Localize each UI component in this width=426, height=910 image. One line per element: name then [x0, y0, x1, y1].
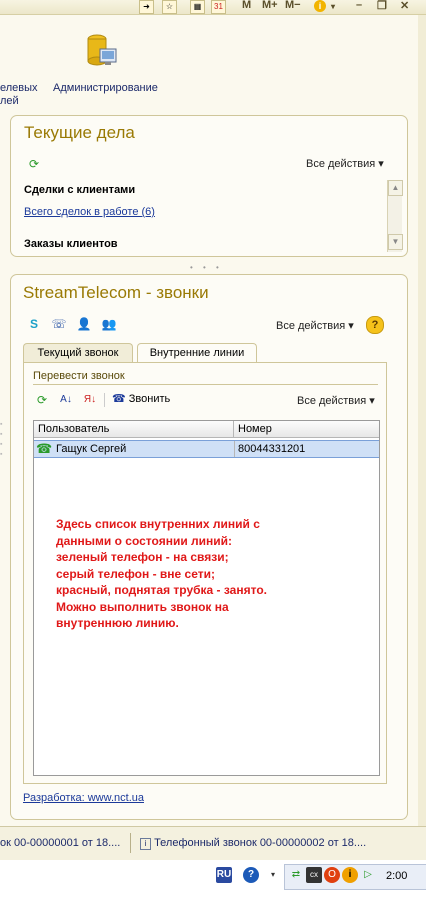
current-tasks-all-actions[interactable]: Все действия ▾: [306, 157, 384, 170]
window-tab-1[interactable]: ок 00-00000001 от 18....: [0, 837, 120, 849]
refresh-icon[interactable]: ⟳: [34, 392, 50, 408]
info-icon[interactable]: i: [314, 0, 326, 12]
calendar-icon[interactable]: 31: [211, 0, 226, 14]
network-icon[interactable]: ⇄: [288, 867, 304, 883]
skype-icon[interactable]: S: [26, 316, 42, 332]
stream-telecom-title: StreamTelecom - звонки: [23, 283, 209, 302]
row-number: 80044331201: [238, 443, 306, 455]
sort-ascending-icon[interactable]: A↓: [58, 392, 74, 408]
tasks-scrollbar[interactable]: ▲ ▼: [387, 180, 403, 252]
nav-partial-label-2[interactable]: лей: [0, 95, 19, 107]
user-transfer-icon[interactable]: 👤: [76, 316, 92, 332]
info-dropdown-icon[interactable]: ▾: [331, 2, 335, 11]
memory-plus-button[interactable]: M+: [262, 0, 278, 11]
phone-icon: ☎: [112, 393, 126, 405]
restore-button[interactable]: ❐: [377, 0, 387, 12]
call-contact-icon[interactable]: ☏: [51, 316, 67, 332]
cell-divider: [234, 441, 235, 457]
taskbar-separator: [130, 833, 131, 853]
help-tray-icon[interactable]: ?: [243, 867, 259, 883]
transfer-call-label: Перевести звонок: [33, 370, 125, 382]
app-tray-icon[interactable]: cx: [306, 867, 322, 883]
memory-m-button[interactable]: M: [242, 0, 251, 11]
opera-tray-icon[interactable]: O: [324, 867, 340, 883]
tab-internal-lines[interactable]: Внутренние линии: [137, 343, 257, 363]
current-tasks-title: Текущие дела: [24, 123, 135, 142]
window-tab-2[interactable]: i Телефонный звонок 00-00000002 от 18...…: [140, 837, 366, 850]
close-button[interactable]: ✕: [400, 0, 409, 12]
right-scroll-strip[interactable]: [418, 14, 426, 826]
phone-online-icon: ☎: [36, 441, 53, 456]
call-button[interactable]: ☎ Звонить: [112, 392, 170, 405]
all-actions-label: Все действия: [297, 395, 367, 407]
call-button-label: Звонить: [128, 393, 171, 405]
all-actions-label: Все действия: [276, 320, 346, 332]
orders-section-header: Заказы клиентов: [24, 238, 118, 250]
stream-all-actions[interactable]: Все действия ▾: [276, 319, 354, 332]
info-tray-icon[interactable]: i: [342, 867, 358, 883]
tray-expand-icon[interactable]: ▾: [265, 867, 281, 883]
clock: 2:00: [386, 870, 408, 882]
calculator-icon[interactable]: ▦: [190, 0, 205, 14]
arrow-icon[interactable]: ➜: [139, 0, 154, 14]
nav-partial-label[interactable]: елевых: [0, 82, 38, 94]
memory-minus-button[interactable]: M−: [285, 0, 301, 11]
tab-strip: Текущий звонок Внутренние линии: [23, 343, 385, 363]
calendar-day: 31: [214, 2, 223, 11]
sort-descending-icon[interactable]: Я↓: [82, 392, 98, 408]
deals-in-work-link[interactable]: Всего сделок в работе (6): [24, 206, 155, 218]
scroll-up-icon[interactable]: ▲: [388, 180, 403, 196]
administration-icon[interactable]: [86, 33, 118, 71]
panel-splitter[interactable]: • • •: [190, 263, 223, 272]
refresh-icon[interactable]: ⟳: [26, 156, 42, 172]
all-actions-label: Все действия: [306, 158, 376, 170]
grid-all-actions[interactable]: Все действия ▾: [297, 394, 375, 407]
row-user: Гащук Сергей: [56, 443, 127, 455]
media-tray-icon[interactable]: ▷: [360, 867, 376, 883]
users-icon[interactable]: 👥: [101, 316, 117, 332]
toolbar-separator: [104, 393, 105, 407]
top-toolbar: ➜ ☆ ▦ 31 M M+ M− i ▾ – ❐ ✕: [0, 0, 426, 15]
info-note: Здесь список внутренних линий с данными …: [56, 517, 267, 630]
language-indicator[interactable]: RU: [216, 867, 232, 883]
minimize-button[interactable]: –: [356, 0, 362, 11]
window-tab-2-label: Телефонный звонок 00-00000002 от 18....: [154, 837, 367, 849]
open-windows-bar: ок 00-00000001 от 18.... i Телефонный зв…: [0, 826, 426, 861]
document-icon: i: [140, 838, 151, 850]
column-header-user[interactable]: Пользователь: [34, 421, 234, 438]
help-button[interactable]: ?: [366, 316, 384, 334]
scroll-down-icon[interactable]: ▼: [388, 234, 403, 250]
star-icon[interactable]: ☆: [162, 0, 177, 14]
column-header-number[interactable]: Номер: [234, 421, 379, 438]
left-edge-handle[interactable]: ▪ ▪ ▪ ▪: [0, 420, 6, 480]
table-row[interactable]: ☎ Гащук Сергей 80044331201: [34, 440, 379, 458]
deals-section-header: Сделки с клиентами: [24, 184, 136, 196]
nav-administration-label[interactable]: Администрирование: [53, 82, 158, 94]
current-tasks-panel: Текущие дела ⟳ Все действия ▾ Сделки с к…: [10, 115, 408, 257]
divider: [33, 384, 378, 385]
tab-current-call[interactable]: Текущий звонок: [23, 343, 133, 362]
developer-link[interactable]: Разработка: www.nct.ua: [23, 792, 144, 804]
